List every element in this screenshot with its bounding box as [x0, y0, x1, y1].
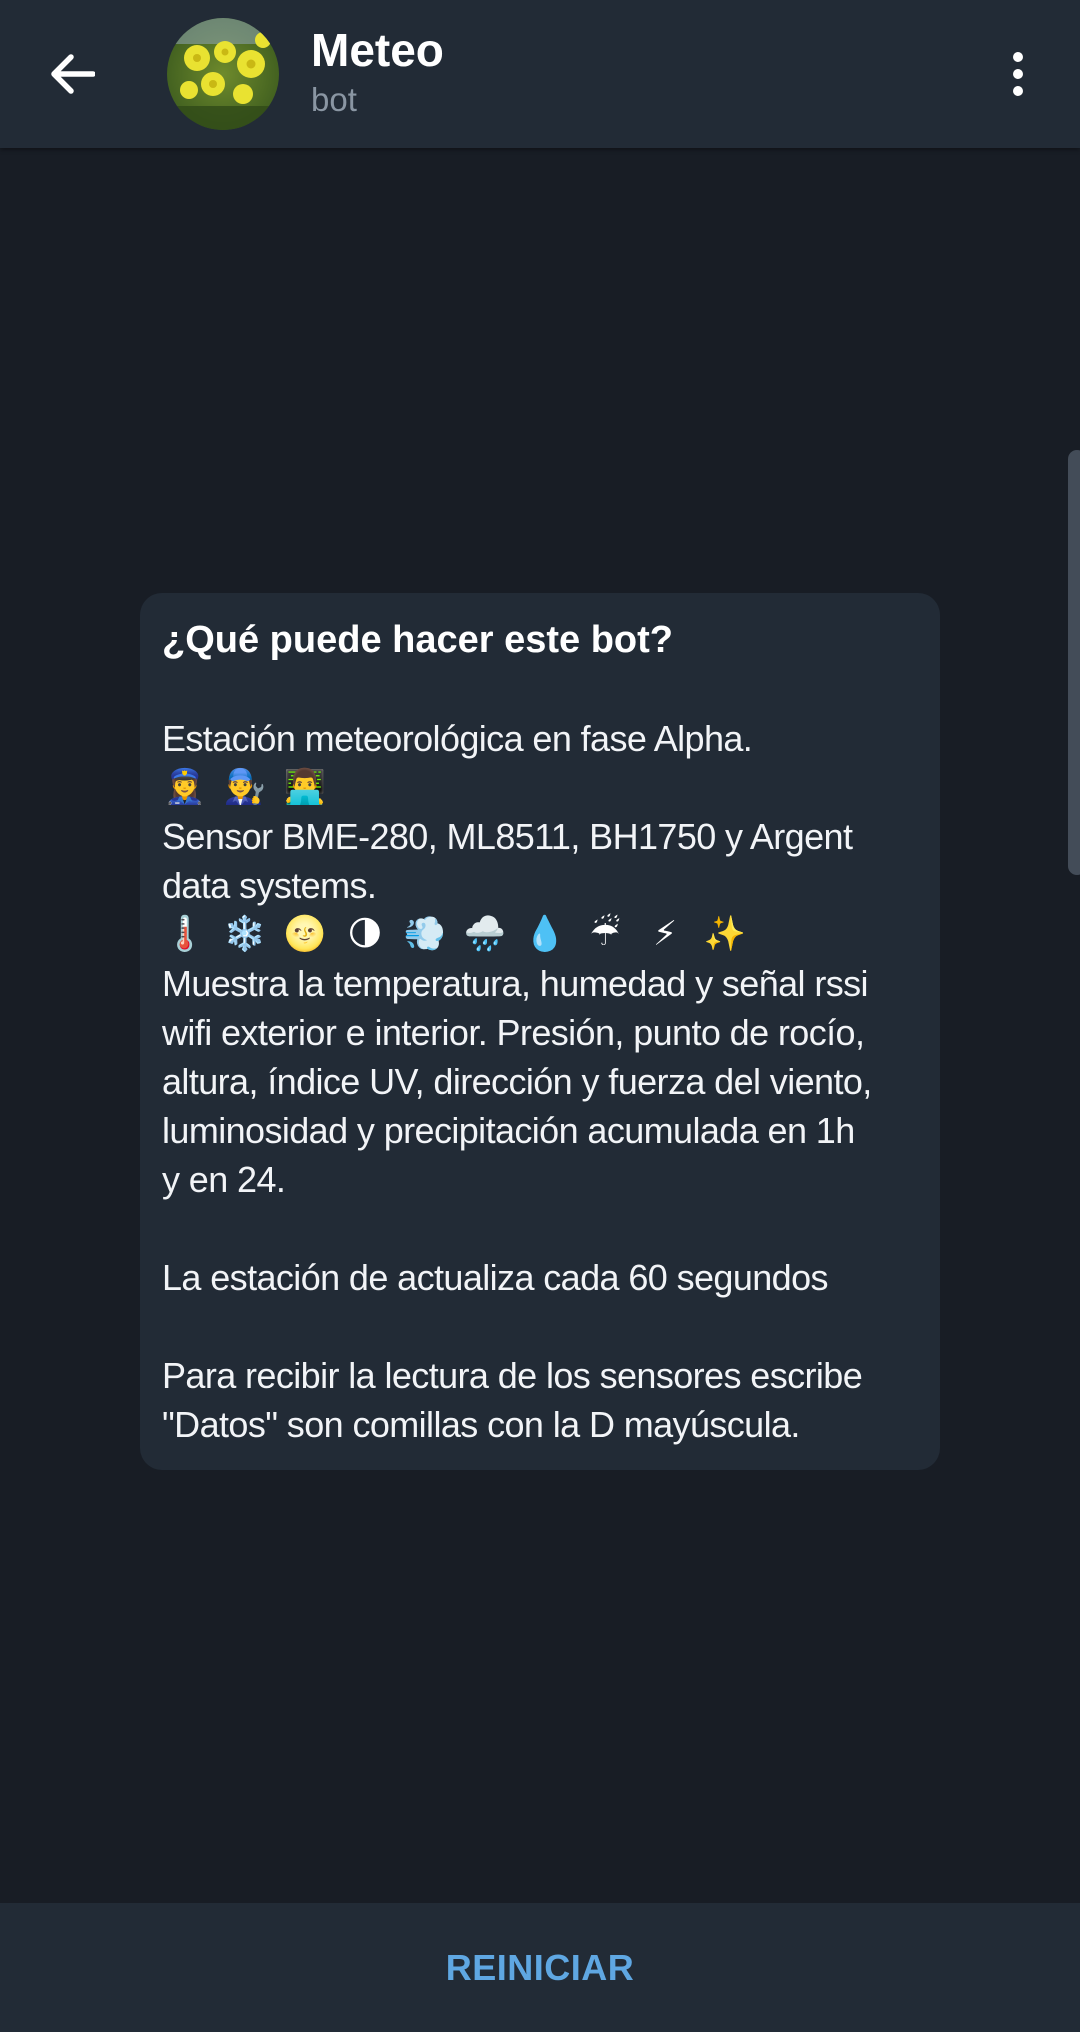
wind-emoji: 💨 [403, 915, 447, 953]
card-line: Sensor BME-280, ML8511, BH1750 y Argent [162, 816, 853, 857]
chat-subtitle: bot [311, 81, 357, 118]
emoji-row-weather: 🌡️ ❄️ 🌝 🌗 💨 🌧️ 💧 ☔ ⚡ ✨ [162, 910, 918, 959]
police-woman-emoji: 👮‍♀️ [163, 768, 207, 806]
more-options-button[interactable] [985, 38, 1051, 110]
bot-info-card: ¿Qué puede hacer este bot? Estación mete… [140, 593, 940, 1470]
scroll-handle[interactable] [1068, 450, 1080, 875]
bot-avatar[interactable] [167, 18, 279, 130]
card-heading: ¿Qué puede hacer este bot? [162, 619, 673, 661]
full-moon-face-emoji: 🌝 [283, 915, 327, 953]
flowers-avatar-image [167, 18, 279, 130]
card-line: altura, índice UV, dirección y fuerza de… [162, 1061, 872, 1102]
snowflake-emoji: ❄️ [223, 915, 267, 953]
sparkles-emoji: ✨ [703, 915, 747, 953]
card-line: Para recibir la lectura de los sensores … [162, 1355, 863, 1396]
thermometer-emoji: 🌡️ [163, 915, 207, 953]
chat-title: Meteo [311, 24, 444, 76]
arrow-left-icon [51, 54, 95, 94]
more-vertical-icon [1013, 52, 1023, 96]
rain-cloud-emoji: 🌧️ [463, 915, 507, 953]
card-line: Muestra la temperatura, humedad y señal … [162, 963, 869, 1004]
mechanic-emoji: 👨‍🔧 [223, 768, 267, 806]
restart-bar[interactable]: REINICIAR [0, 1903, 1080, 2032]
restart-button[interactable]: REINICIAR [446, 1947, 635, 1989]
chat-title-block[interactable]: Meteo bot [311, 22, 444, 120]
back-button[interactable] [36, 38, 108, 110]
card-line: data systems. [162, 865, 377, 906]
technologist-emoji: 👨‍💻 [283, 768, 327, 806]
card-line: La estación de actualiza cada 60 segundo… [162, 1257, 829, 1298]
card-line: Estación meteorológica en fase Alpha. [162, 718, 753, 759]
umbrella-rain-emoji: ☔ [589, 915, 621, 953]
droplet-emoji: 💧 [523, 915, 567, 953]
lightning-emoji: ⚡ [653, 915, 677, 953]
chat-header: Meteo bot [0, 0, 1080, 148]
card-line: luminosidad y precipitación acumulada en… [162, 1110, 855, 1151]
card-line: wifi exterior e interior. Presión, punto… [162, 1012, 865, 1053]
card-line: "Datos" son comillas con la D mayúscula. [162, 1404, 800, 1445]
emoji-row-people: 👮‍♀️ 👨‍🔧 👨‍💻 [162, 763, 918, 812]
last-quarter-moon-emoji: 🌗 [347, 915, 383, 953]
card-line: y en 24. [162, 1159, 286, 1200]
